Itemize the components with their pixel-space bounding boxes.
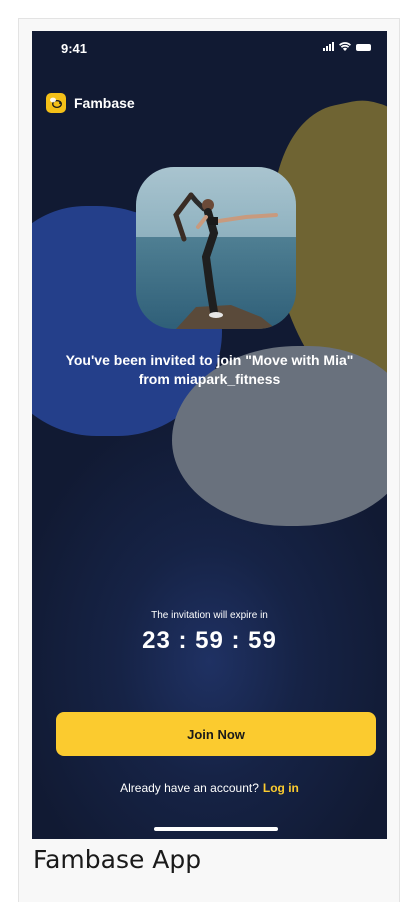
wifi-icon: [339, 42, 351, 51]
app-header: Fambase: [46, 93, 135, 113]
expire-label: The invitation will expire in: [151, 610, 268, 621]
status-time: 9:41: [61, 41, 88, 56]
caption-text: Fambase App: [33, 845, 202, 874]
signal-icon: [323, 42, 334, 51]
login-link[interactable]: Log in: [263, 781, 299, 795]
phone-screen: 9:41 Fambase You've been invited to join…: [32, 31, 387, 839]
login-prompt: Already have an account? Log in: [32, 781, 387, 795]
profile-photo: [136, 167, 296, 329]
app-name: Fambase: [74, 95, 135, 111]
invitation-message: You've been invited to join "Move with M…: [65, 352, 354, 387]
home-indicator[interactable]: [154, 827, 278, 831]
bee-icon: [46, 93, 66, 113]
join-now-button[interactable]: Join Now: [56, 712, 376, 756]
status-bar: 9:41: [32, 31, 387, 61]
account-prompt-text: Already have an account?: [120, 781, 259, 795]
countdown-timer: 23 : 59 : 59: [142, 627, 277, 654]
app-card: 9:41 Fambase You've been invited to join…: [18, 18, 400, 902]
battery-icon: [356, 44, 371, 51]
status-icons: [323, 42, 371, 51]
